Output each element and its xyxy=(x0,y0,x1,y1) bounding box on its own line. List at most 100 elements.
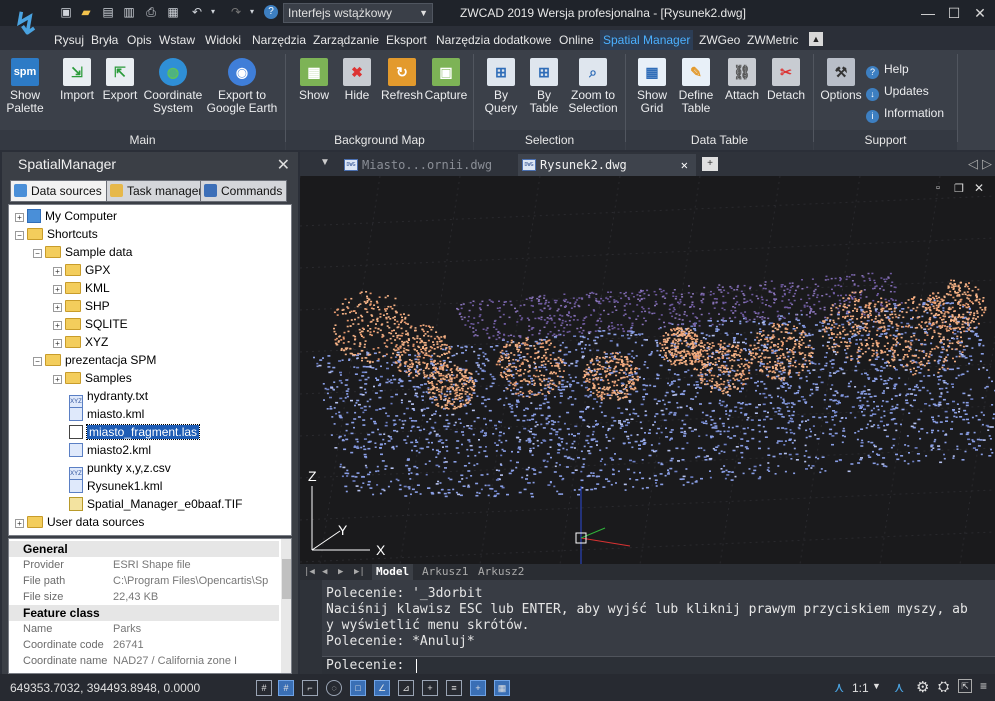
tab-close-icon[interactable]: ✕ xyxy=(681,154,688,176)
workspace-select[interactable]: Interfejs wstążkowy ▼ xyxy=(283,3,433,23)
expand-icon[interactable]: + xyxy=(53,267,62,276)
menu-zwmetric[interactable]: ZWMetric xyxy=(747,30,798,50)
expand-icon[interactable]: + xyxy=(53,339,62,348)
tree-item-user-data-sources[interactable]: + User data sources xyxy=(15,513,144,531)
menu-zarzadzanie[interactable]: Zarządzanie xyxy=(313,30,379,50)
drawing-canvas[interactable]: Z Y X ▫ ❐ ✕ xyxy=(300,176,995,564)
menu-eksport[interactable]: Eksport xyxy=(386,30,427,50)
hide-map-button[interactable]: ✖ Hide xyxy=(340,58,374,102)
point-cloud-view[interactable] xyxy=(300,176,995,564)
selection-cycling-icon[interactable]: ▦ xyxy=(494,680,510,696)
tree-item-miasto2-kml[interactable]: miasto2.kml xyxy=(69,441,151,459)
props-scroll-thumb[interactable] xyxy=(282,559,291,599)
show-map-button[interactable]: ▦ Show xyxy=(296,58,332,102)
menu-online[interactable]: Online xyxy=(559,30,594,50)
detach-button[interactable]: ✂ Detach xyxy=(764,58,808,102)
layout-prev-icon[interactable]: ◀ xyxy=(322,564,327,580)
dynamic-ucs-icon[interactable]: ⊿ xyxy=(398,680,414,696)
show-grid-button[interactable]: ▦ Show Grid xyxy=(634,58,670,115)
prop-row-name[interactable]: Name Parks xyxy=(9,621,279,637)
tab-task-manager[interactable]: Task manager xyxy=(106,180,208,202)
command-input[interactable]: Polecenie: xyxy=(322,656,995,674)
undo-icon[interactable]: ↶ xyxy=(189,4,205,20)
tree-item-hydranty[interactable]: XYZ hydranty.txt xyxy=(69,387,148,409)
tree-item-prezentacja[interactable]: − prezentacja SPM xyxy=(33,351,156,369)
menu-widoki[interactable]: Widoki xyxy=(205,30,241,50)
save-icon[interactable]: ▤ xyxy=(100,4,116,20)
help-icon[interactable]: ? xyxy=(264,5,278,19)
menu-opis[interactable]: Opis xyxy=(127,30,152,50)
menu-narzedzia[interactable]: Narzędzia xyxy=(252,30,306,50)
select-by-query-button[interactable]: ⊞ By Query xyxy=(482,58,520,115)
grid-toggle-icon[interactable]: # xyxy=(256,680,272,696)
menu-narzedzia-dodatkowe[interactable]: Narzędzia dodatkowe xyxy=(436,30,551,50)
plot-icon[interactable]: ▦ xyxy=(165,4,181,20)
layout-tab-arkusz2[interactable]: Arkusz2 xyxy=(478,564,524,580)
import-button[interactable]: ⇲ Import xyxy=(56,58,98,102)
menu-wstaw[interactable]: Wstaw xyxy=(159,30,195,50)
lineweight-icon[interactable]: ≡ xyxy=(446,680,462,696)
layout-tab-model[interactable]: Model xyxy=(372,564,414,580)
annotation-scale-icon[interactable]: ⋏ xyxy=(834,679,844,696)
viewport-restore-icon[interactable]: ❐ xyxy=(954,182,964,195)
show-palette-button[interactable]: spm Show Palette xyxy=(4,58,46,115)
saveas-icon[interactable]: ▥ xyxy=(121,4,137,20)
ortho-toggle-icon[interactable]: ⌐ xyxy=(302,680,318,696)
prop-row-coordinate-code[interactable]: Coordinate code 26741 xyxy=(9,637,279,653)
polar-toggle-icon[interactable]: ◌ xyxy=(326,680,342,696)
tab-miasto[interactable]: DWG Miasto...ornii.dwg xyxy=(340,154,512,176)
expand-icon[interactable]: + xyxy=(15,519,24,528)
coordinate-system-button[interactable]: ◍ Coordinate System xyxy=(142,58,204,115)
define-table-button[interactable]: ✎ Define Table xyxy=(676,58,716,115)
prop-row-file-path[interactable]: File path C:\Program Files\Opencartis\Sp xyxy=(9,573,279,589)
prop-row-file-size[interactable]: File size 22,43 KB xyxy=(9,589,279,605)
tree-item-gpx[interactable]: + GPX xyxy=(53,261,110,279)
collapse-icon[interactable]: − xyxy=(33,249,42,258)
tab-scroll-right-icon[interactable]: ▷ xyxy=(982,156,992,172)
export-google-earth-button[interactable]: ◉ Export to Google Earth xyxy=(206,58,278,115)
collapse-icon[interactable]: − xyxy=(33,357,42,366)
layout-first-icon[interactable]: |◀ xyxy=(304,564,315,580)
expand-icon[interactable]: + xyxy=(53,375,62,384)
tree-item-rysunek1-kml[interactable]: Rysunek1.kml xyxy=(69,477,162,495)
undo-dropdown-icon[interactable]: ▾ xyxy=(205,4,221,20)
osnap-toggle-icon[interactable]: □ xyxy=(350,680,366,696)
tree-item-xyz[interactable]: + XYZ xyxy=(53,333,108,351)
select-by-table-button[interactable]: ⊞ By Table xyxy=(524,58,564,115)
otrack-toggle-icon[interactable]: ∠ xyxy=(374,680,390,696)
tab-rysunek2[interactable]: DWG Rysunek2.dwg ✕ xyxy=(518,154,696,176)
annotation-visibility-icon[interactable]: ⋏ xyxy=(894,679,904,696)
redo-dropdown-icon[interactable]: ▾ xyxy=(244,4,260,20)
ribbon-collapse-icon[interactable]: ▲ xyxy=(809,32,823,46)
clean-screen-icon[interactable]: ⇱ xyxy=(958,679,972,693)
prop-row-coordinate-name[interactable]: Coordinate name NAD27 / California zone I xyxy=(9,653,279,669)
palette-close-button[interactable]: ✕ xyxy=(277,155,290,175)
tree-item-samples[interactable]: + Samples xyxy=(53,369,132,387)
new-icon[interactable]: ▣ xyxy=(58,4,74,20)
menu-zwgeo[interactable]: ZWGeo xyxy=(699,30,740,50)
menu-bryla[interactable]: Bryła xyxy=(91,30,118,50)
updates-link[interactable]: ↓ Updates xyxy=(866,84,929,101)
scale-dropdown-icon[interactable]: ▼ xyxy=(872,681,881,691)
open-icon[interactable]: ▰ xyxy=(78,4,94,20)
options-button[interactable]: ⚒ Options xyxy=(818,58,864,102)
tree-item-sample-data[interactable]: − Sample data xyxy=(33,243,132,261)
print-icon[interactable]: ⎙ xyxy=(143,4,159,20)
tab-commands[interactable]: Commands xyxy=(200,180,288,202)
tab-scroll-left-icon[interactable]: ◁ xyxy=(968,156,978,172)
annotation-scale-value[interactable]: 1:1 xyxy=(852,681,869,695)
information-link[interactable]: i Information xyxy=(866,106,944,123)
zoom-to-selection-button[interactable]: ⌕ Zoom to Selection xyxy=(566,58,620,115)
minimize-button[interactable]: — xyxy=(918,4,938,22)
expand-icon[interactable]: + xyxy=(53,285,62,294)
layout-next-icon[interactable]: ▶ xyxy=(338,564,343,580)
tree-item-shp[interactable]: + SHP xyxy=(53,297,110,315)
snap-toggle-icon[interactable]: # xyxy=(278,680,294,696)
expand-icon[interactable]: + xyxy=(15,213,24,222)
props-group-feature-class[interactable]: Feature class xyxy=(9,605,279,621)
collapse-icon[interactable]: − xyxy=(15,231,24,240)
tab-menu-icon[interactable]: ▼ xyxy=(320,157,330,168)
capture-map-button[interactable]: ▣ Capture xyxy=(424,58,468,102)
help-link[interactable]: ? Help xyxy=(866,62,909,79)
close-button[interactable]: ✕ xyxy=(970,4,990,22)
